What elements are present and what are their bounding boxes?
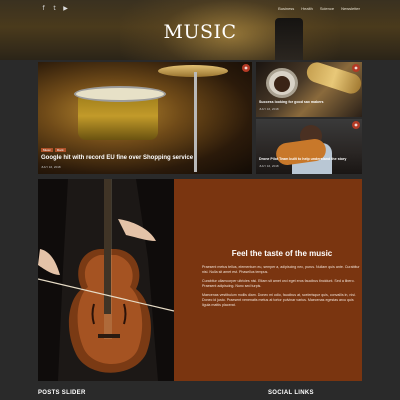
cello-illustration [38,179,174,381]
drum-image [74,86,166,140]
posts-slider-heading: POSTS SLIDER [38,390,86,396]
promo-title: Feel the taste of the music [231,249,333,258]
promo-paragraph: Maecenas vestibulum mollis diam. Donec m… [202,293,356,307]
tag-music[interactable]: Music [41,148,53,152]
cymbal-image [158,65,228,77]
promo-paragraph: Praesent metus tellus, elementum eu, sem… [202,265,360,274]
cello-image [38,179,174,381]
bookmark-icon[interactable]: ◉ [352,121,360,129]
featured-post-guitar[interactable]: ◉ Drone Pilot Team built to help underst… [256,119,362,174]
coffee-cup-image [266,68,298,98]
facebook-icon[interactable]: f [40,5,47,12]
site-header: f t ▶ Business Health Science Newsletter… [0,0,400,60]
featured-post-date: JULY 16, 2018 [259,164,279,168]
tag-rock[interactable]: Rock [54,148,66,152]
featured-post-date: JULY 16, 2018 [259,107,279,111]
top-nav: Business Health Science Newsletter [278,6,360,11]
nav-item-newsletter[interactable]: Newsletter [341,6,360,11]
bookmark-icon[interactable]: ◉ [242,64,250,72]
nav-item-health[interactable]: Health [301,6,313,11]
featured-post-title[interactable]: Google hit with record EU fine over Shop… [41,155,241,161]
featured-post-sax[interactable]: ◉ Success looking for good sax makers JU… [256,62,362,117]
youtube-icon[interactable]: ▶ [62,5,69,12]
featured-grid: ◉ Music Rock Google hit with record EU f… [38,62,362,174]
social-links-heading: SOCIAL LINKS [268,390,314,396]
post-tags: Music Rock [41,148,66,152]
featured-post-main[interactable]: ◉ Music Rock Google hit with record EU f… [38,62,252,174]
nav-item-science[interactable]: Science [320,6,334,11]
featured-post-title[interactable]: Drone Pilot Team built to help understan… [259,157,359,161]
social-icons: f t ▶ [40,5,69,12]
featured-post-title[interactable]: Success looking for good sax makers [259,100,359,104]
featured-post-date: JULY 16, 2018 [41,165,61,169]
bookmark-icon[interactable]: ◉ [352,64,360,72]
promo-section: Feel the taste of the music Praesent met… [38,179,362,381]
site-logo[interactable]: MUSIC [0,21,400,43]
nav-item-business[interactable]: Business [278,6,294,11]
promo-paragraph: Curabitur ullamcorper ultricies nisi. Et… [202,279,355,288]
twitter-icon[interactable]: t [51,5,58,12]
